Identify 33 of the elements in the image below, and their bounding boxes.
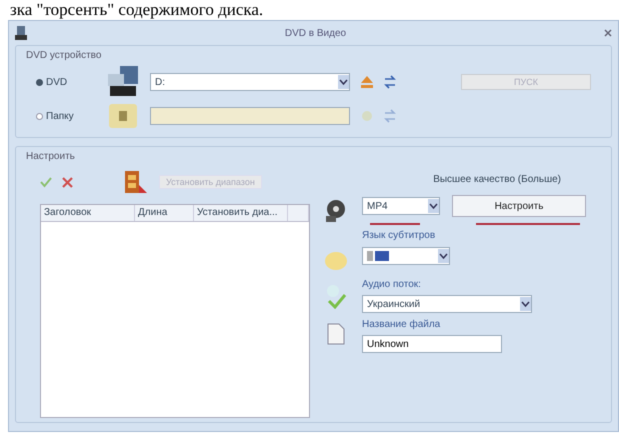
audio-label: Аудио поток: bbox=[362, 279, 422, 290]
computer-icon bbox=[106, 66, 140, 98]
path-field[interactable]: D: bbox=[150, 73, 350, 91]
reel-icon bbox=[324, 199, 348, 223]
close-icon[interactable] bbox=[604, 29, 612, 37]
subtitle-label: Язык субтитров bbox=[362, 230, 436, 241]
window-title: DVD в Видео bbox=[284, 28, 348, 38]
column-header[interactable]: Заголовок bbox=[41, 205, 135, 221]
filename-label: Название файла bbox=[362, 319, 442, 330]
dropdown-icon[interactable] bbox=[338, 75, 349, 89]
column-header[interactable]: Установить диа... bbox=[194, 205, 288, 221]
dropdown-icon[interactable] bbox=[428, 199, 439, 213]
audio-icon bbox=[324, 283, 348, 309]
dropdown-icon[interactable] bbox=[520, 297, 531, 311]
flag-icon bbox=[367, 251, 389, 261]
format-dropdown[interactable]: MP4 bbox=[362, 197, 440, 215]
cross-icon[interactable] bbox=[62, 176, 73, 188]
group-title: DVD устройство bbox=[26, 50, 102, 61]
column-header[interactable]: Длина bbox=[135, 205, 194, 221]
refresh-icon[interactable] bbox=[384, 75, 396, 89]
folder-icon[interactable] bbox=[106, 104, 140, 128]
film-icon bbox=[123, 169, 149, 195]
subtitle-dropdown[interactable] bbox=[362, 247, 450, 265]
configure-button[interactable]: Настроить bbox=[452, 195, 586, 217]
dropdown-icon[interactable] bbox=[438, 249, 449, 263]
quality-label: Высшее качество (Больше) bbox=[432, 174, 562, 185]
app-icon bbox=[15, 26, 27, 40]
radio-button[interactable]: DVD bbox=[26, 76, 96, 88]
group-title: Настроить bbox=[26, 151, 76, 162]
audio-dropdown[interactable]: Украинский bbox=[362, 295, 532, 313]
check-icon[interactable] bbox=[40, 176, 52, 188]
filename-field[interactable]: Unknown bbox=[362, 335, 502, 353]
document-text: зка "торсенть" содержимого диска. bbox=[9, 0, 264, 20]
